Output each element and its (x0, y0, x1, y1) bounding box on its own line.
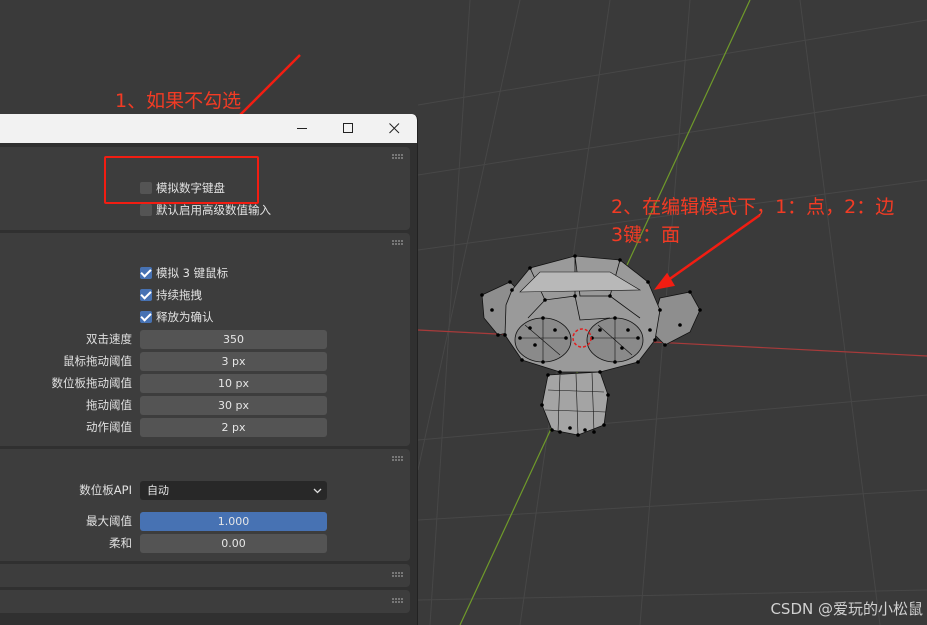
checkbox-box (140, 311, 152, 323)
tablet-api-dropdown[interactable]: 自动 (140, 481, 327, 500)
drag-threshold-label: 拖动阈值 (86, 398, 132, 412)
mouse-drag-threshold-field[interactable]: 3 px (140, 352, 327, 371)
maximize-icon (342, 123, 354, 134)
softness-label: 柔和 (109, 536, 132, 550)
tablet-panel: 数位板API 自动 最大阈值 1.000 柔和 0.00 (0, 449, 410, 561)
drag-grip-icon[interactable] (392, 572, 404, 578)
window-titlebar[interactable] (0, 114, 417, 143)
drag-grip-icon[interactable] (392, 240, 404, 246)
continuous-grab-label: 持续拖拽 (156, 288, 202, 302)
close-icon (388, 123, 400, 134)
drag-grip-icon[interactable] (392, 154, 404, 160)
annotation-note-1: 1、如果不勾选 (115, 90, 242, 112)
drag-threshold-field[interactable]: 30 px (140, 396, 327, 415)
release-confirms-label: 释放为确认 (156, 310, 214, 324)
checkbox-box (140, 267, 152, 279)
max-threshold-slider[interactable]: 1.000 (140, 512, 327, 531)
drag-grip-icon[interactable] (392, 456, 404, 462)
chevron-down-icon (313, 481, 322, 500)
tablet-drag-threshold-label: 数位板拖动阈值 (51, 376, 133, 390)
default-advanced-numeric-input-label: 默认启用高级数值输入 (156, 203, 271, 217)
close-button[interactable] (371, 114, 417, 143)
motion-threshold-label: 动作阈值 (86, 420, 132, 434)
emulate-3-button-mouse-checkbox[interactable]: 模拟 3 键鼠标 (140, 265, 228, 281)
motion-threshold-field[interactable]: 2 px (140, 418, 327, 437)
annotation-note-2-line-1: 2、在编辑模式下，1：点，2：边 (611, 196, 895, 218)
minimize-button[interactable] (279, 114, 325, 143)
tablet-api-value: 自动 (147, 484, 169, 497)
minimize-icon (296, 123, 308, 134)
softness-slider[interactable]: 0.00 (140, 534, 327, 553)
maximize-button[interactable] (325, 114, 371, 143)
mouse-panel: 模拟 3 键鼠标 持续拖拽 释放为确认 双击速度 350 鼠标拖动阈值 3 px… (0, 233, 410, 446)
tablet-api-label: 数位板API (79, 483, 132, 497)
watermark: CSDN @爱玩的小松鼠 (770, 600, 923, 618)
collapsed-panel-2[interactable] (0, 590, 410, 613)
emulate-3-button-mouse-label: 模拟 3 键鼠标 (156, 266, 229, 280)
checkbox-box (140, 204, 152, 216)
collapsed-panel-1[interactable] (0, 564, 410, 587)
double-click-speed-field[interactable]: 350 (140, 330, 327, 349)
continuous-grab-checkbox[interactable]: 持续拖拽 (140, 287, 202, 303)
annotation-note-2-line-2: 3键：面 (611, 224, 681, 246)
softness-value: 0.00 (221, 537, 246, 550)
release-confirms-checkbox[interactable]: 释放为确认 (140, 309, 214, 325)
mouse-drag-threshold-label: 鼠标拖动阈值 (63, 354, 132, 368)
max-threshold-label: 最大阈值 (86, 514, 132, 528)
checkbox-box (140, 289, 152, 301)
tablet-drag-threshold-field[interactable]: 10 px (140, 374, 327, 393)
drag-grip-icon[interactable] (392, 598, 404, 604)
double-click-speed-label: 双击速度 (86, 332, 132, 346)
default-advanced-numeric-input-checkbox[interactable]: 默认启用高级数值输入 (140, 202, 271, 218)
annotation-highlight-box (104, 156, 259, 204)
